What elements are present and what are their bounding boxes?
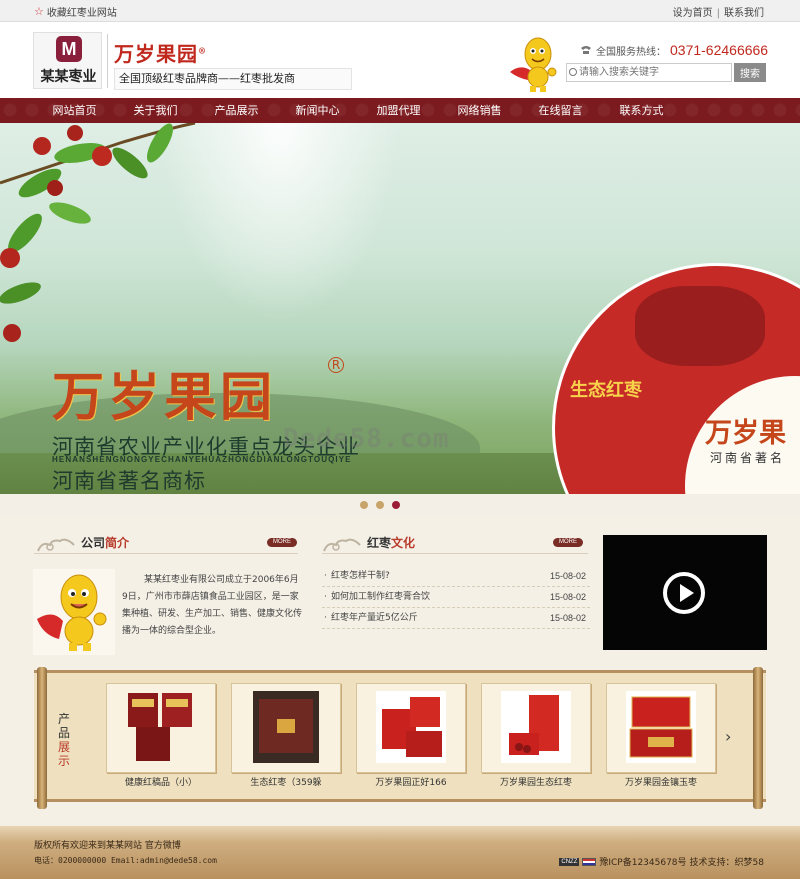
logo-name: 某某枣业 — [40, 69, 97, 85]
slider-dots — [360, 501, 400, 509]
scroll-rod-right — [753, 667, 763, 809]
slider-dot[interactable] — [360, 501, 368, 509]
nav-item-contact[interactable]: 联系方式 — [601, 98, 682, 123]
footer-copyright: 版权所有欢迎来到某某网站 官方微博 — [34, 841, 181, 851]
circle-subtitle: 河南省著名 — [710, 451, 786, 465]
news-date: 15-08-02 — [549, 571, 586, 581]
news-title[interactable]: 红枣年产量近5亿公斤 — [324, 608, 418, 629]
news-item[interactable]: 红枣年产量近5亿公斤 15-08-02 — [322, 608, 590, 629]
news-item[interactable]: 红枣怎样干制? 15-08-02 — [322, 566, 590, 587]
divider — [34, 553, 298, 554]
cloud-ornament-icon — [323, 538, 361, 552]
product-name[interactable]: 生态红枣（359躲 — [225, 775, 347, 788]
product-image[interactable] — [126, 689, 196, 765]
bookmark-link[interactable]: ☆ 收藏红枣业网站 — [34, 4, 117, 19]
set-home-link[interactable]: 设为首页 — [673, 8, 713, 19]
news-title: 红枣文化 — [367, 536, 416, 550]
logo-letter: M — [56, 36, 82, 62]
search-button[interactable]: 搜索 — [734, 63, 766, 82]
stats-badge[interactable]: CNZZ — [559, 857, 580, 866]
product-card[interactable]: 健康红稿品（小） — [106, 683, 216, 793]
banner-pinyin: HENANSHENGNONGYECHANYEHUAZHONGDIANLONGTO… — [52, 455, 352, 464]
nav-item-message[interactable]: 在线留言 — [520, 98, 601, 123]
product-card[interactable]: 万岁果园金镶玉枣 — [606, 683, 716, 793]
search-icon — [569, 68, 577, 76]
news-more-button[interactable]: MORE — [553, 538, 583, 547]
product-card[interactable]: 生态红枣（359躲 — [231, 683, 341, 793]
watermark: Dede58.com — [283, 424, 450, 454]
search-bar: 搜索 — [566, 63, 766, 82]
news-item[interactable]: 如何加工制作红枣膏合饮 15-08-02 — [322, 587, 590, 608]
hotline-number: 0371-62466666 — [670, 42, 769, 58]
product-name[interactable]: 万岁果园金镶玉枣 — [600, 775, 722, 788]
flag-icon — [582, 857, 597, 866]
footer: 版权所有欢迎来到某某网站 官方微博 电话：0200000000 Email:ad… — [0, 826, 800, 879]
nav-item-franchise[interactable]: 加盟代理 — [358, 98, 439, 123]
tech-support[interactable]: 技术支持：织梦58 — [690, 855, 764, 868]
product-card[interactable]: 万岁果园正好166 — [356, 683, 466, 793]
news-date: 15-08-02 — [549, 592, 586, 602]
top-bar: ☆ 收藏红枣业网站 设为首页 | 联系我们 — [0, 0, 800, 22]
nav-item-products[interactable]: 产品展示 — [196, 98, 277, 123]
jujube-pile-image — [635, 286, 765, 366]
star-icon: ☆ — [34, 5, 44, 18]
product-image[interactable] — [376, 689, 446, 765]
separator: | — [716, 8, 720, 19]
divider — [107, 34, 108, 88]
footer-meta: CNZZ 豫ICP备12345678号 技术支持：织梦58 — [559, 855, 764, 868]
slider-dot[interactable] — [376, 501, 384, 509]
news-list: 红枣怎样干制? 15-08-02 如何加工制作红枣膏合饮 15-08-02 红枣… — [322, 566, 590, 629]
top-links: 设为首页 | 联系我们 — [673, 4, 764, 19]
product-name[interactable]: 万岁果园生态红枣 — [475, 775, 597, 788]
registered-mark: ® — [198, 45, 207, 56]
scroll-rod-left — [37, 667, 47, 809]
mascot-image — [510, 37, 557, 92]
search-input[interactable] — [566, 63, 732, 82]
bookmark-label: 收藏红枣业网站 — [46, 8, 117, 19]
product-name[interactable]: 万岁果园正好166 — [350, 775, 472, 788]
nav-item-home[interactable]: 网站首页 — [34, 98, 115, 123]
product-image[interactable] — [626, 689, 696, 765]
contact-link[interactable]: 联系我们 — [724, 8, 764, 19]
main-nav: 网站首页 关于我们 产品展示 新闻中心 加盟代理 网络销售 在线留言 联系方式 — [0, 98, 800, 123]
video-player[interactable] — [603, 535, 767, 650]
footer-contact: 电话：0200000000 Email:admin@dede58.com — [34, 856, 217, 865]
slider-dot-active[interactable] — [392, 501, 400, 509]
product-image[interactable] — [251, 689, 321, 765]
icp-number[interactable]: 豫ICP备12345678号 — [599, 855, 686, 868]
about-text: 某某红枣业有限公司成立于2006年6月9日，广州市市薛店镇食品工业园区，是一家集… — [122, 575, 303, 636]
product-circle-image: 生态红枣 万岁果 河南省著名 — [552, 263, 800, 494]
header: M 某某枣业 万岁果园® 全国顶级红枣品牌商——红枣批发商 全国服务热线： 03… — [0, 22, 800, 98]
slogan: 全国顶级红枣品牌商——红枣批发商 — [114, 68, 352, 90]
product-image[interactable] — [501, 689, 571, 765]
divider — [322, 553, 588, 554]
product-name[interactable]: 健康红稿品（小） — [100, 775, 222, 788]
cloud-ornament-icon — [37, 538, 75, 552]
about-title: 公司简介 — [81, 536, 130, 550]
play-icon[interactable] — [663, 572, 705, 614]
banner-registered-mark: R — [328, 357, 344, 373]
hotline-label: 全国服务热线： — [596, 46, 666, 58]
hotline: 全国服务热线： 0371-62466666 — [580, 42, 768, 58]
phone-icon — [581, 46, 591, 54]
products-label: 产品展示 — [58, 712, 71, 768]
about-more-button[interactable]: MORE — [267, 538, 297, 547]
jujube-branch-image — [0, 123, 196, 342]
brand-name: 万岁果园® — [114, 42, 207, 66]
news-title[interactable]: 红枣怎样干制? — [324, 566, 390, 587]
circle-eco-label: 生态红枣 — [570, 380, 642, 401]
chevron-right-icon[interactable]: › — [725, 727, 731, 746]
mascot-thumbs-up-image — [33, 569, 115, 655]
news-date: 15-08-02 — [549, 613, 586, 623]
product-card[interactable]: 万岁果园生态红枣 — [481, 683, 591, 793]
banner-subheadline: 河南省著名商标 — [52, 469, 206, 493]
banner-brand: 万岁果园 — [52, 367, 277, 428]
news-title[interactable]: 如何加工制作红枣膏合饮 — [324, 587, 430, 608]
site-logo[interactable]: M 某某枣业 — [33, 32, 102, 89]
nav-item-news[interactable]: 新闻中心 — [277, 98, 358, 123]
nav-item-about[interactable]: 关于我们 — [115, 98, 196, 123]
circle-brand: 万岁果 — [705, 418, 786, 449]
nav-item-online-sales[interactable]: 网络销售 — [439, 98, 520, 123]
